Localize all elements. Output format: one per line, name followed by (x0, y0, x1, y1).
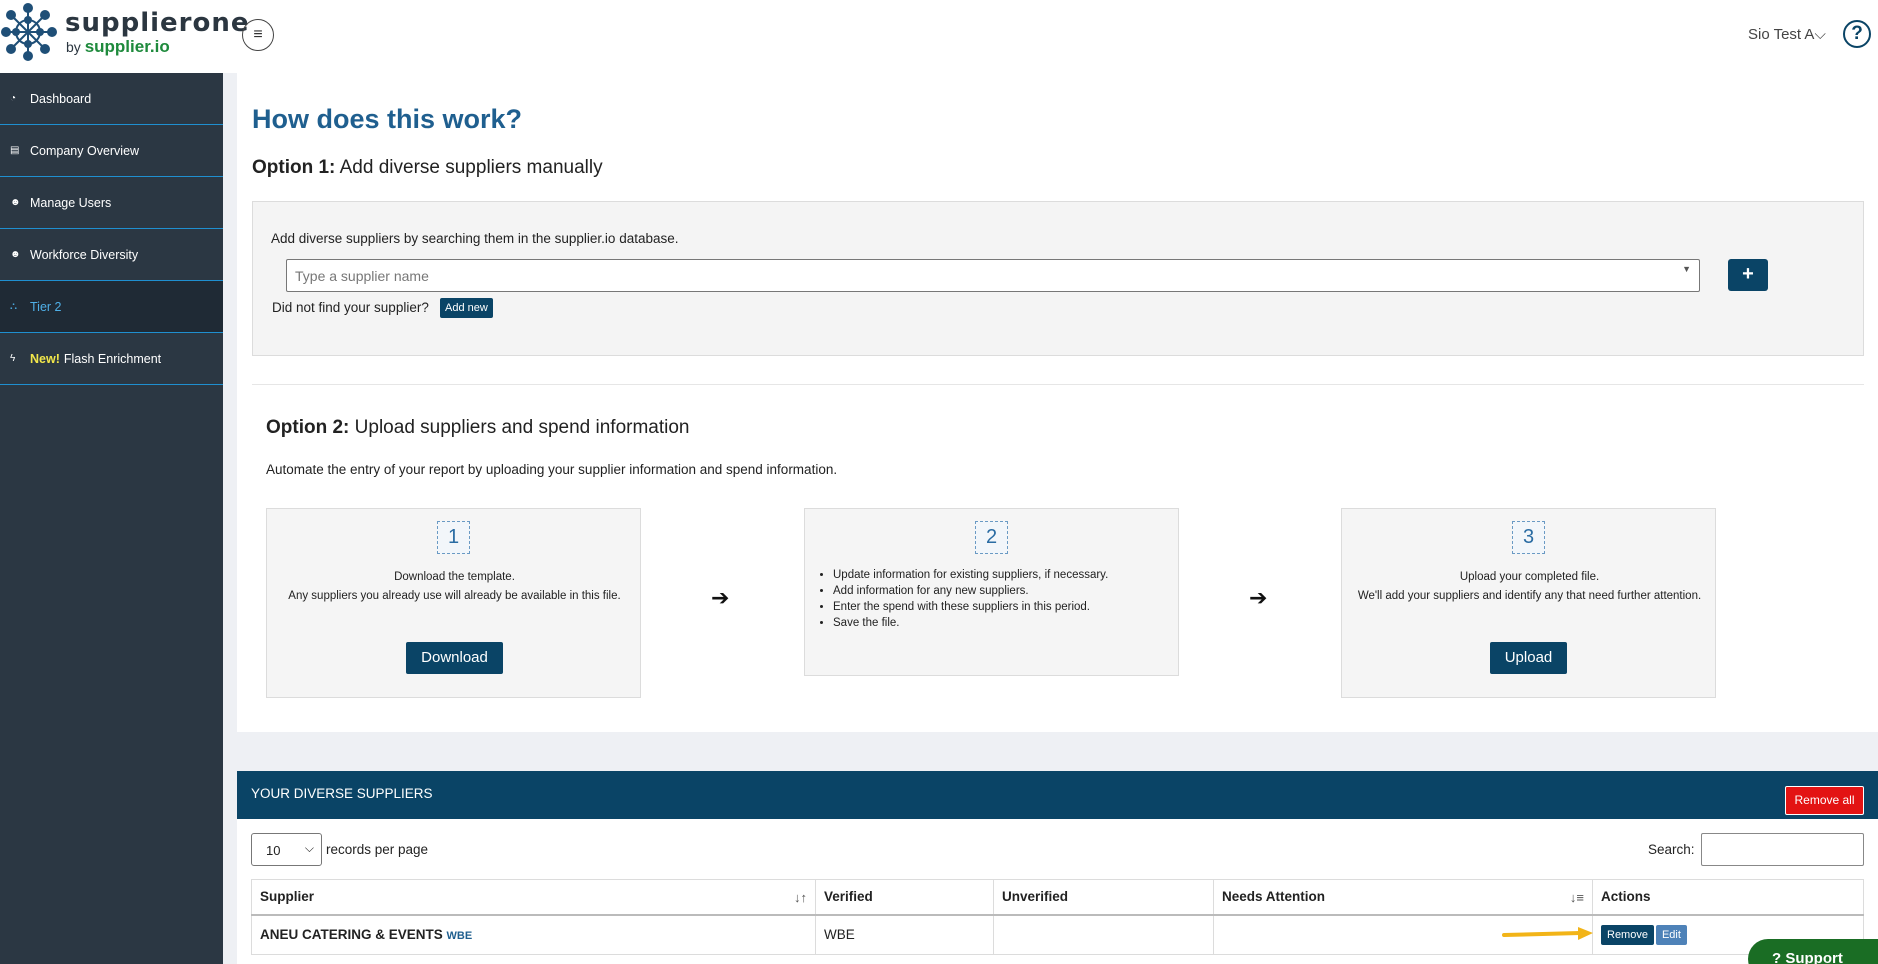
users-icon: ☻ (10, 249, 21, 260)
column-header-verified[interactable]: Verified (815, 879, 994, 915)
supplier-cell: ANEU CATERING & EVENTS WBE (251, 914, 816, 955)
hamburger-icon: ≡ (253, 26, 263, 43)
supplier-search-placeholder: Type a supplier name (295, 268, 429, 284)
supplier-search-select[interactable]: Type a supplier name ▼ (286, 259, 1700, 292)
help-icon: ? (1772, 950, 1782, 964)
records-per-page-label: records per page (326, 842, 429, 857)
support-button[interactable]: ? Support (1748, 939, 1878, 964)
diversity-tag: WBE (446, 930, 473, 943)
step-1-number: 1 (437, 521, 470, 554)
not-found-text: Did not find your supplier? (272, 300, 429, 315)
search-label: Search: (1648, 842, 1695, 857)
column-header-supplier[interactable]: Supplier ↓↑ (251, 879, 816, 915)
list-item: Add information for any new suppliers. (833, 583, 1108, 599)
sidebar-item-manage-users[interactable]: ☻ Manage Users (0, 177, 223, 229)
user-name: Sio Test A (1748, 26, 1815, 43)
logo-text: supplierone (65, 8, 250, 38)
verified-cell: WBE (815, 914, 994, 955)
new-badge: New! (30, 351, 60, 366)
sort-icon: ↓↑ (794, 890, 807, 905)
step-1-text: Download the template. Any suppliers you… (288, 571, 621, 602)
dashboard-icon: ◔ (10, 93, 17, 104)
user-menu[interactable]: Sio Test A⌵ (1748, 26, 1826, 43)
building-icon: ▤ (10, 145, 20, 156)
sitemap-icon: ⛬ (10, 301, 17, 312)
sidebar-item-label: Flash Enrichment (63, 351, 162, 366)
step-1-box: 1 Download the template. Any suppliers y… (266, 508, 641, 698)
chevron-down-icon: ⌵ (304, 841, 314, 855)
table-search-input[interactable] (1701, 833, 1864, 866)
suppliers-title: YOUR DIVERSE SUPPLIERS (251, 786, 433, 801)
caret-down-icon: ▼ (1682, 264, 1691, 274)
edit-button[interactable]: Edit (1655, 924, 1687, 945)
sidebar-item-label: Manage Users (30, 195, 112, 210)
step-2-number: 2 (975, 521, 1008, 554)
logo-subtext: by supplier.io (66, 37, 170, 56)
top-header: supplierone by supplier.io ≡ Sio Test A⌵… (0, 0, 1878, 73)
sidebar-item-tier-2[interactable]: ⛬ Tier 2 (0, 281, 223, 333)
sidebar: ◔ Dashboard ▤ Company Overview ☻ Manage … (0, 73, 223, 964)
suppliers-table: Supplier ↓↑ Verified Unverified Needs Att… (251, 879, 1864, 955)
add-supplier-button[interactable]: + (1728, 259, 1768, 291)
step-2-list: Update information for existing supplier… (833, 567, 1108, 631)
unverified-cell (993, 914, 1214, 955)
arrow-right-icon: ➔ (711, 585, 730, 610)
suppliers-panel-header (237, 771, 1878, 819)
page-title: How does this work? (252, 104, 523, 134)
step-3-text: Upload your completed file. We'll add yo… (1357, 571, 1702, 602)
sidebar-item-label: Dashboard (30, 91, 92, 106)
column-header-unverified[interactable]: Unverified (993, 879, 1214, 915)
logo-network-icon (1, 3, 57, 61)
sidebar-item-label: Workforce Diversity (30, 247, 139, 262)
step-3-number: 3 (1512, 521, 1545, 554)
list-item: Save the file. (833, 615, 1108, 631)
list-item: Enter the spend with these suppliers in … (833, 599, 1108, 615)
sidebar-item-flash-enrichment[interactable]: ϟ New! Flash Enrichment (0, 333, 223, 385)
sidebar-item-label: Tier 2 (30, 299, 62, 314)
upload-button[interactable]: Upload (1490, 642, 1567, 674)
annotation-arrow-icon (1502, 927, 1593, 940)
remove-all-button[interactable]: Remove all (1785, 786, 1864, 815)
menu-toggle-button[interactable]: ≡ (242, 19, 274, 51)
sort-desc-icon: ↓≡ (1569, 890, 1584, 905)
sidebar-item-workforce-diversity[interactable]: ☻ Workforce Diversity (0, 229, 223, 281)
sidebar-item-label: Company Overview (30, 143, 140, 158)
divider (252, 384, 1864, 385)
column-header-actions: Actions (1592, 879, 1864, 915)
option2-heading: Option 2: Upload suppliers and spend inf… (266, 417, 690, 438)
table-header-row: Supplier ↓↑ Verified Unverified Needs Att… (251, 879, 1864, 915)
option1-description: Add diverse suppliers by searching them … (271, 231, 679, 246)
list-item: Update information for existing supplier… (833, 567, 1108, 583)
table-row: ANEU CATERING & EVENTS WBE WBE Remove Edi… (251, 914, 1864, 955)
chevron-down-icon: ⌵ (1814, 26, 1826, 43)
option2-description: Automate the entry of your report by upl… (266, 462, 838, 477)
step-3-box: 3 Upload your completed file. We'll add … (1341, 508, 1716, 698)
sidebar-item-dashboard[interactable]: ◔ Dashboard (0, 73, 223, 125)
column-header-needs-attention[interactable]: Needs Attention ↓≡ (1213, 879, 1593, 915)
download-button[interactable]: Download (406, 642, 503, 674)
supplierone-logo[interactable]: supplierone by supplier.io (0, 2, 249, 62)
users-icon: ☻ (10, 197, 21, 208)
bolt-icon: ϟ (10, 353, 16, 364)
option1-heading: Option 1: Add diverse suppliers manually (252, 157, 603, 178)
remove-button[interactable]: Remove (1601, 924, 1654, 945)
sidebar-item-company-overview[interactable]: ▤ Company Overview (0, 125, 223, 177)
help-icon[interactable]: ? (1843, 20, 1871, 48)
records-per-page-select[interactable]: 10 ⌵ (251, 833, 322, 866)
add-new-button[interactable]: Add new (440, 298, 493, 318)
arrow-right-icon: ➔ (1249, 585, 1268, 610)
step-2-box: 2 Update information for existing suppli… (804, 508, 1179, 676)
